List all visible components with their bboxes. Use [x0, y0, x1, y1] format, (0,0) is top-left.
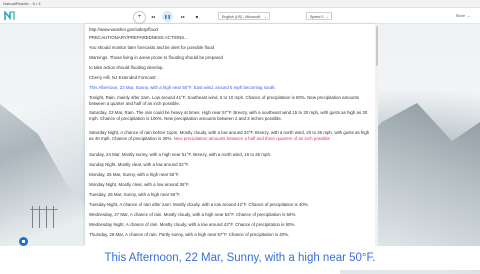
voice-select[interactable]: English (US) - Microsoft ⌄: [218, 12, 270, 20]
rewind-button[interactable]: ◂◂: [148, 11, 158, 21]
store-label: Store: [455, 13, 466, 18]
fence-decoration: [30, 206, 58, 230]
stop-button[interactable]: ■: [192, 11, 202, 21]
doc-line-current: This Afternoon, 22 Mar, Sunny, with a hi…: [89, 85, 276, 90]
reading-caption: This Afternoon, 22 Mar, Sunny, with a hi…: [0, 246, 480, 270]
stop-icon: [22, 240, 25, 243]
chevron-down-icon: ⌄: [467, 14, 470, 18]
snow-mountain-left: [0, 104, 95, 264]
voice-select-value: English (US) - Microsoft: [222, 15, 260, 19]
window-title-bar: NaturalReader - 6 • 4: [0, 0, 480, 8]
doc-line: Tonight, Rain, mainly after 2am. Low aro…: [89, 95, 359, 106]
doc-line: Monday Night, Mostly clear, with a low a…: [89, 182, 190, 187]
doc-text-highlight: New precipitation amounts between a half…: [173, 136, 330, 141]
document-page[interactable]: http://www.weather.gov/safety/flood PREC…: [85, 24, 375, 246]
speed-select-value: Speed 0: [310, 15, 324, 19]
toolbar: + ◂◂ ❚❚ ▸▸ ■ English (US) - Microsoft ⌄ …: [0, 8, 480, 24]
doc-line: Sunday, 24 Mar, Mostly sunny, with a hig…: [89, 152, 272, 157]
doc-line: Saturday Night, A chance of rain before …: [89, 130, 371, 142]
doc-line: Thursday, 28 Mar, A chance of rain. Part…: [89, 232, 290, 237]
chevron-down-icon: ⌄: [263, 15, 267, 19]
doc-line: Wednesday, 27 Mar, A chance of rain. Mos…: [89, 212, 297, 217]
doc-line: to take action should flooding develop.: [89, 65, 164, 70]
doc-line: Warnings. Those living in areas prone to…: [89, 55, 223, 60]
doc-line: Saturday, 23 Mar, Rain. The rain could b…: [89, 110, 368, 121]
doc-line: Tuesday, 26 Mar, Sunny, with a high near…: [89, 192, 181, 197]
doc-line: http://www.weather.gov/safety/flood: [89, 27, 158, 32]
document-scrollbar[interactable]: [375, 24, 378, 246]
app-logo-icon: [3, 10, 15, 22]
play-button[interactable]: ❚❚: [162, 10, 173, 22]
add-button[interactable]: +: [133, 10, 146, 24]
doc-line: Sunday Night, Mostly clear, with a low a…: [89, 162, 189, 167]
speed-select[interactable]: Speed 0 ⌄: [306, 12, 332, 20]
stop-reading-button[interactable]: [19, 237, 28, 246]
doc-line: Cherry Hill, NJ Extended Forecast:: [89, 75, 157, 80]
doc-line: You should monitor later forecasts and b…: [89, 45, 215, 50]
chevron-down-icon: ⌄: [325, 15, 329, 19]
window-title: NaturalReader - 6 • 4: [3, 1, 41, 6]
scrollbar-thumb[interactable]: [375, 26, 378, 66]
doc-line: Tuesday Night, A chance of rain after 2a…: [89, 202, 309, 207]
doc-line: PRECAUTIONARY/PREPAREDNESS ACTIONS...: [89, 35, 188, 40]
doc-line: Wednesday Night, A chance of rain. Mostl…: [89, 222, 296, 227]
forward-button[interactable]: ▸▸: [178, 11, 188, 21]
doc-line: Monday, 25 Mar, Sunny, with a high near …: [89, 172, 180, 177]
store-menu[interactable]: Store ⌄: [456, 12, 471, 20]
